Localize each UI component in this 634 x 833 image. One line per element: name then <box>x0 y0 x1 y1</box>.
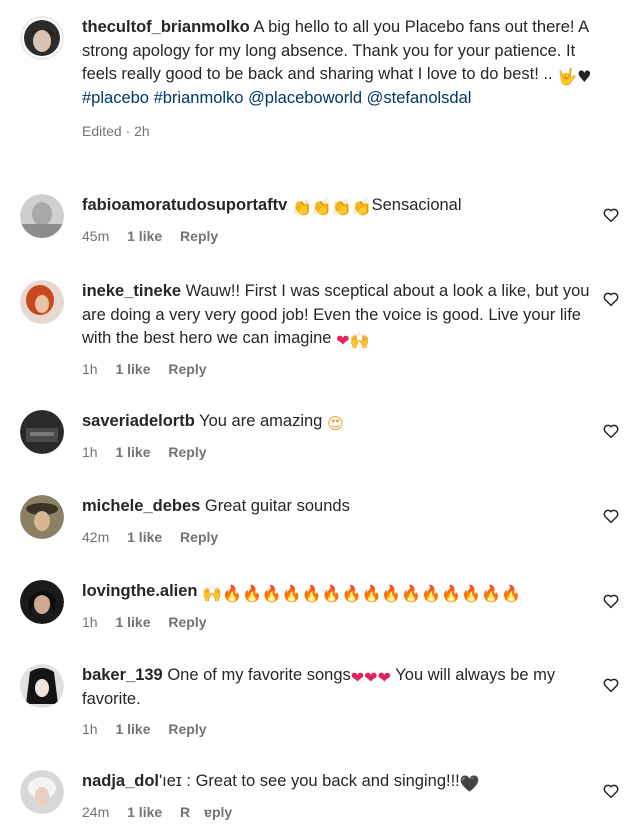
hashtag-placebo[interactable]: #placebo <box>82 89 149 107</box>
comment-likes[interactable]: 1 like <box>115 721 150 737</box>
comment-time: 42m <box>82 528 110 545</box>
post-caption: thecultof_brianmolko A big hello to all … <box>20 16 620 166</box>
avatar[interactable] <box>20 770 64 814</box>
avatar[interactable] <box>20 194 64 238</box>
comment-likes[interactable]: 1 like <box>115 444 150 460</box>
heart-outline-icon[interactable] <box>602 507 620 525</box>
reply-button[interactable]: Reply <box>168 444 206 460</box>
comment-username[interactable]: baker_139 <box>82 666 163 684</box>
comment-username[interactable]: michele_debes <box>82 497 200 515</box>
comment-text: : Great to see you ba <box>186 772 341 790</box>
heart-outline-icon[interactable] <box>602 206 620 224</box>
black-heart-emoji: 🖤 <box>459 774 480 793</box>
mention-placeboworld[interactable]: @placeboworld <box>248 89 362 107</box>
comment-text: You are amazing <box>199 412 323 430</box>
comment-username[interactable]: nadja_dol <box>82 772 159 790</box>
comment-username[interactable]: fabioamoratudosuportaftv <box>82 196 287 214</box>
avatar[interactable] <box>20 495 64 539</box>
comment-text-middle: ck <box>340 772 358 790</box>
comment-time: 24m <box>82 803 110 820</box>
comment-time: 1h <box>82 613 98 630</box>
rock-hand-heart-emoji: 🤟♥ <box>557 67 592 86</box>
comment-likes[interactable]: 1 like <box>127 228 162 244</box>
comment-text: Sensacional <box>371 196 462 214</box>
comment-likes[interactable]: 1 like <box>127 529 162 545</box>
avatar[interactable] <box>20 664 64 708</box>
comment-time: 1h <box>82 443 98 460</box>
caption-meta: Edited · 2h <box>82 123 150 139</box>
comment-username[interactable]: ineke_tineke <box>82 282 181 300</box>
reply-button[interactable]: Reply <box>180 228 218 244</box>
comment-time: 1h <box>82 721 98 737</box>
comment-text: Great guitar sounds <box>204 497 350 515</box>
heart-outline-icon[interactable] <box>602 290 620 308</box>
avatar[interactable] <box>20 410 64 454</box>
comment-likes[interactable]: 1 like <box>115 614 150 630</box>
avatar[interactable] <box>20 580 64 624</box>
clap-emoji: 👏👏👏👏 <box>291 198 372 217</box>
fire-emoji: 🙌🔥🔥🔥🔥🔥🔥🔥🔥🔥🔥🔥🔥🔥🔥🔥 <box>202 584 521 603</box>
heart-hands-emoji: ❤🙌 <box>336 331 370 350</box>
heart-outline-icon[interactable] <box>602 592 620 610</box>
comment-text: One of my favorite songs <box>167 666 351 684</box>
hashtag-brianmolko[interactable]: #brianmolko <box>154 89 244 107</box>
reply-button[interactable]: Reply <box>168 361 206 377</box>
heart-outline-icon[interactable] <box>602 676 620 694</box>
comment-likes[interactable]: 1 like <box>115 361 150 377</box>
reply-button[interactable]: Reply <box>180 529 218 545</box>
caption-username[interactable]: thecultof_brianmolko <box>82 18 250 36</box>
avatar[interactable] <box>20 16 64 60</box>
comment-likes[interactable]: 1 like <box>127 804 162 820</box>
comment-username-tail: 'ıeɪ <box>159 772 182 790</box>
comment-time: 1h <box>82 360 98 377</box>
reply-button[interactable]: Rɐply <box>180 804 246 820</box>
heart-emoji: ❤❤❤ <box>350 668 391 687</box>
comment-text-tail: and singing!!! <box>361 772 460 790</box>
reply-button[interactable]: Reply <box>168 721 206 737</box>
heart-outline-icon[interactable] <box>602 782 620 800</box>
comment-time: 45m <box>82 227 110 244</box>
mention-stefanolsdal[interactable]: @stefanolsdal <box>367 89 472 107</box>
avatar[interactable] <box>20 280 64 324</box>
comment-username[interactable]: saveriadelortb <box>82 412 195 430</box>
heart-outline-icon[interactable] <box>602 422 620 440</box>
heart-eyes-emoji: 😍 <box>326 414 344 433</box>
comment-username[interactable]: lovingthe.alien <box>82 582 198 600</box>
reply-button[interactable]: Reply <box>168 614 206 630</box>
